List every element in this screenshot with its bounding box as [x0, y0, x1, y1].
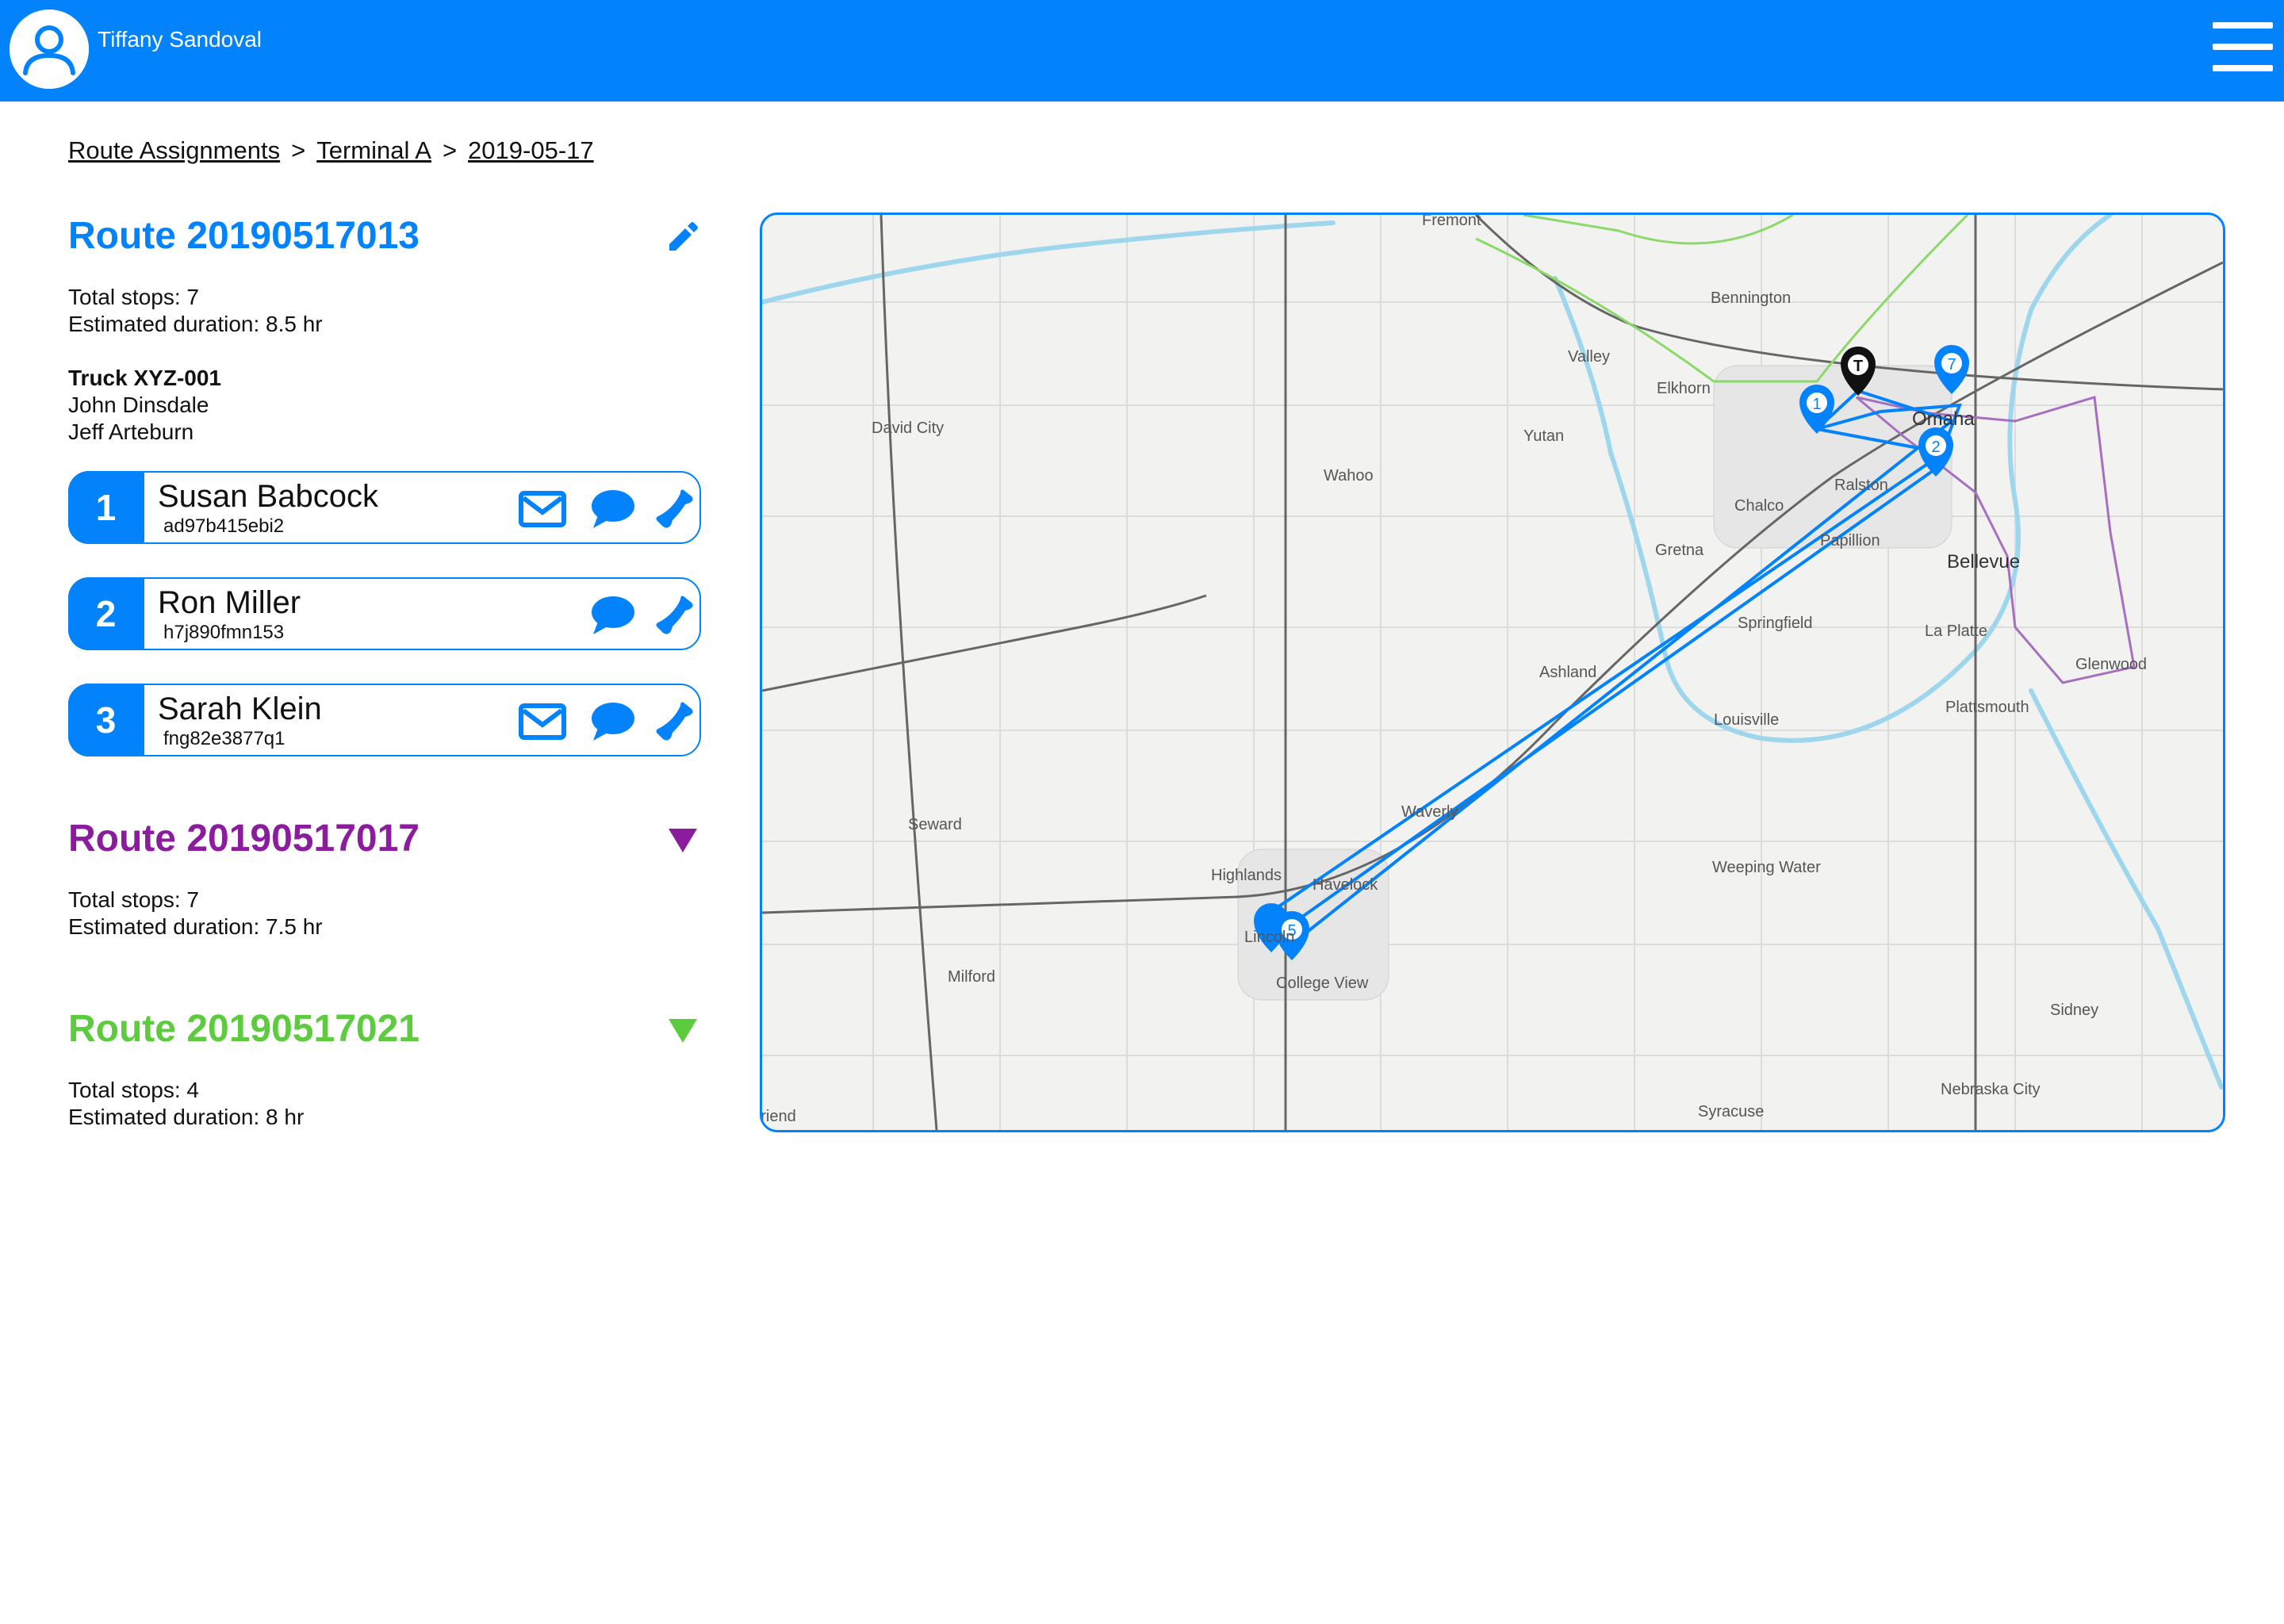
- map-label: Ashland: [1539, 664, 1597, 681]
- phone-icon[interactable]: [649, 488, 696, 530]
- chat-icon[interactable]: [588, 701, 636, 742]
- triangle-down-icon[interactable]: [668, 1018, 698, 1044]
- stop-number: 2: [67, 576, 144, 650]
- route-title-1[interactable]: Route 20190517013: [68, 214, 420, 258]
- map-label: Yutan: [1523, 427, 1565, 445]
- svg-text:7: 7: [1947, 356, 1956, 373]
- map-label: Omaha: [1912, 408, 1975, 430]
- route-2-duration: Estimated duration: 7.5 hr: [68, 914, 323, 939]
- route-title-3[interactable]: Route 20190517021: [68, 1007, 420, 1051]
- map-label: Havelock: [1313, 876, 1378, 894]
- email-icon[interactable]: [519, 488, 566, 530]
- stop-name: Sarah Klein: [158, 691, 322, 726]
- map-label: Gretna: [1655, 542, 1704, 559]
- user-avatar[interactable]: [10, 10, 89, 89]
- route-1-duration: Estimated duration: 8.5 hr: [68, 312, 323, 336]
- breadcrumb-separator: >: [442, 136, 458, 164]
- stop-card-2[interactable]: 2 Ron Miller h7j890fmn153: [67, 576, 701, 650]
- map-label: Chalco: [1734, 497, 1784, 515]
- map-label: Ralston: [1834, 477, 1888, 494]
- chat-icon[interactable]: [588, 595, 636, 636]
- map-label: David City: [872, 419, 945, 437]
- phone-icon[interactable]: [649, 595, 696, 636]
- stop-name: Ron Miller: [158, 585, 301, 620]
- stop-card-3[interactable]: 3 Sarah Klein fng82e3877q1: [67, 683, 701, 756]
- stop-id: fng82e3877q1: [163, 728, 286, 749]
- map-label: La Platte: [1925, 622, 1987, 640]
- map-label: College View: [1276, 975, 1369, 992]
- svg-text:T: T: [1853, 358, 1863, 375]
- map-label: Lincoln: [1244, 929, 1295, 946]
- map-label: Valley: [1568, 348, 1610, 366]
- map-label: Milford: [948, 968, 996, 986]
- driver-name: Jeff Arteburn: [68, 419, 194, 444]
- phone-icon[interactable]: [649, 701, 696, 742]
- route-3-meta: Total stops: 4 Estimated duration: 8 hr: [68, 1077, 304, 1131]
- user-name: Tiffany Sandoval: [98, 27, 263, 52]
- stop-number: 1: [67, 470, 144, 544]
- route-title-2[interactable]: Route 20190517017: [68, 817, 420, 860]
- map-label: Glenwood: [2075, 656, 2148, 673]
- svg-text:1: 1: [1812, 396, 1821, 413]
- map-canvas: T 1 7 2 5: [762, 215, 2223, 1130]
- driver-name: John Dinsdale: [68, 393, 209, 417]
- route-map[interactable]: T 1 7 2 5 Fremont Bennington Valley Elkh…: [760, 213, 2225, 1132]
- stop-id: h7j890fmn153: [163, 622, 285, 643]
- map-label: Friend: [761, 1108, 796, 1125]
- breadcrumb-date[interactable]: 2019-05-17: [468, 136, 594, 164]
- pencil-icon[interactable]: [665, 220, 699, 255]
- map-label: Weeping Water: [1712, 859, 1821, 876]
- breadcrumb: Route Assignments > Terminal A >2019-05-17: [68, 136, 594, 165]
- stop-card-1[interactable]: 1 Susan Babcock ad97b415ebi2: [67, 470, 701, 544]
- map-label: Waverly: [1401, 803, 1458, 821]
- breadcrumb-terminal[interactable]: Terminal A: [316, 136, 431, 164]
- menu-icon[interactable]: [2213, 22, 2273, 71]
- map-label: Nebraska City: [1941, 1081, 2041, 1098]
- stop-id: ad97b415ebi2: [163, 515, 285, 537]
- map-label: Elkhorn: [1657, 380, 1711, 397]
- email-icon[interactable]: [519, 701, 566, 742]
- route-3-total-stops: Total stops: 4: [68, 1078, 199, 1102]
- route-1-total-stops: Total stops: 7: [68, 285, 199, 309]
- map-label: Sidney: [2050, 1002, 2099, 1019]
- route-1-meta: Total stops: 7 Estimated duration: 8.5 h…: [68, 284, 323, 338]
- top-bar: Tiffany Sandoval: [0, 0, 2284, 102]
- triangle-down-icon[interactable]: [668, 828, 698, 853]
- chat-icon[interactable]: [588, 488, 636, 530]
- svg-text:2: 2: [1931, 439, 1940, 456]
- truck-info: Truck XYZ-001 John Dinsdale Jeff Artebur…: [68, 365, 221, 446]
- route-2-meta: Total stops: 7 Estimated duration: 7.5 h…: [68, 887, 323, 940]
- map-label: Bellevue: [1947, 551, 2021, 573]
- user-icon: [10, 10, 89, 89]
- map-label: Highlands: [1211, 867, 1282, 884]
- map-label: Syracuse: [1698, 1103, 1765, 1120]
- stop-name: Susan Babcock: [158, 479, 378, 514]
- map-label: Papillion: [1820, 532, 1880, 550]
- map-label: Fremont: [1422, 213, 1481, 229]
- map-label: Springfield: [1738, 615, 1813, 632]
- map-label: Seward: [908, 816, 962, 833]
- route-3-duration: Estimated duration: 8 hr: [68, 1105, 305, 1129]
- map-label: Wahoo: [1324, 467, 1374, 485]
- map-label: Plattsmouth: [1945, 699, 2029, 716]
- breadcrumb-separator: >: [291, 136, 306, 164]
- map-label: Bennington: [1711, 289, 1792, 307]
- breadcrumb-route-assignments[interactable]: Route Assignments: [68, 136, 280, 164]
- route-2-total-stops: Total stops: 7: [68, 887, 199, 912]
- stop-number: 3: [67, 683, 144, 756]
- truck-name: Truck XYZ-001: [68, 366, 221, 390]
- map-label: Louisville: [1714, 711, 1780, 729]
